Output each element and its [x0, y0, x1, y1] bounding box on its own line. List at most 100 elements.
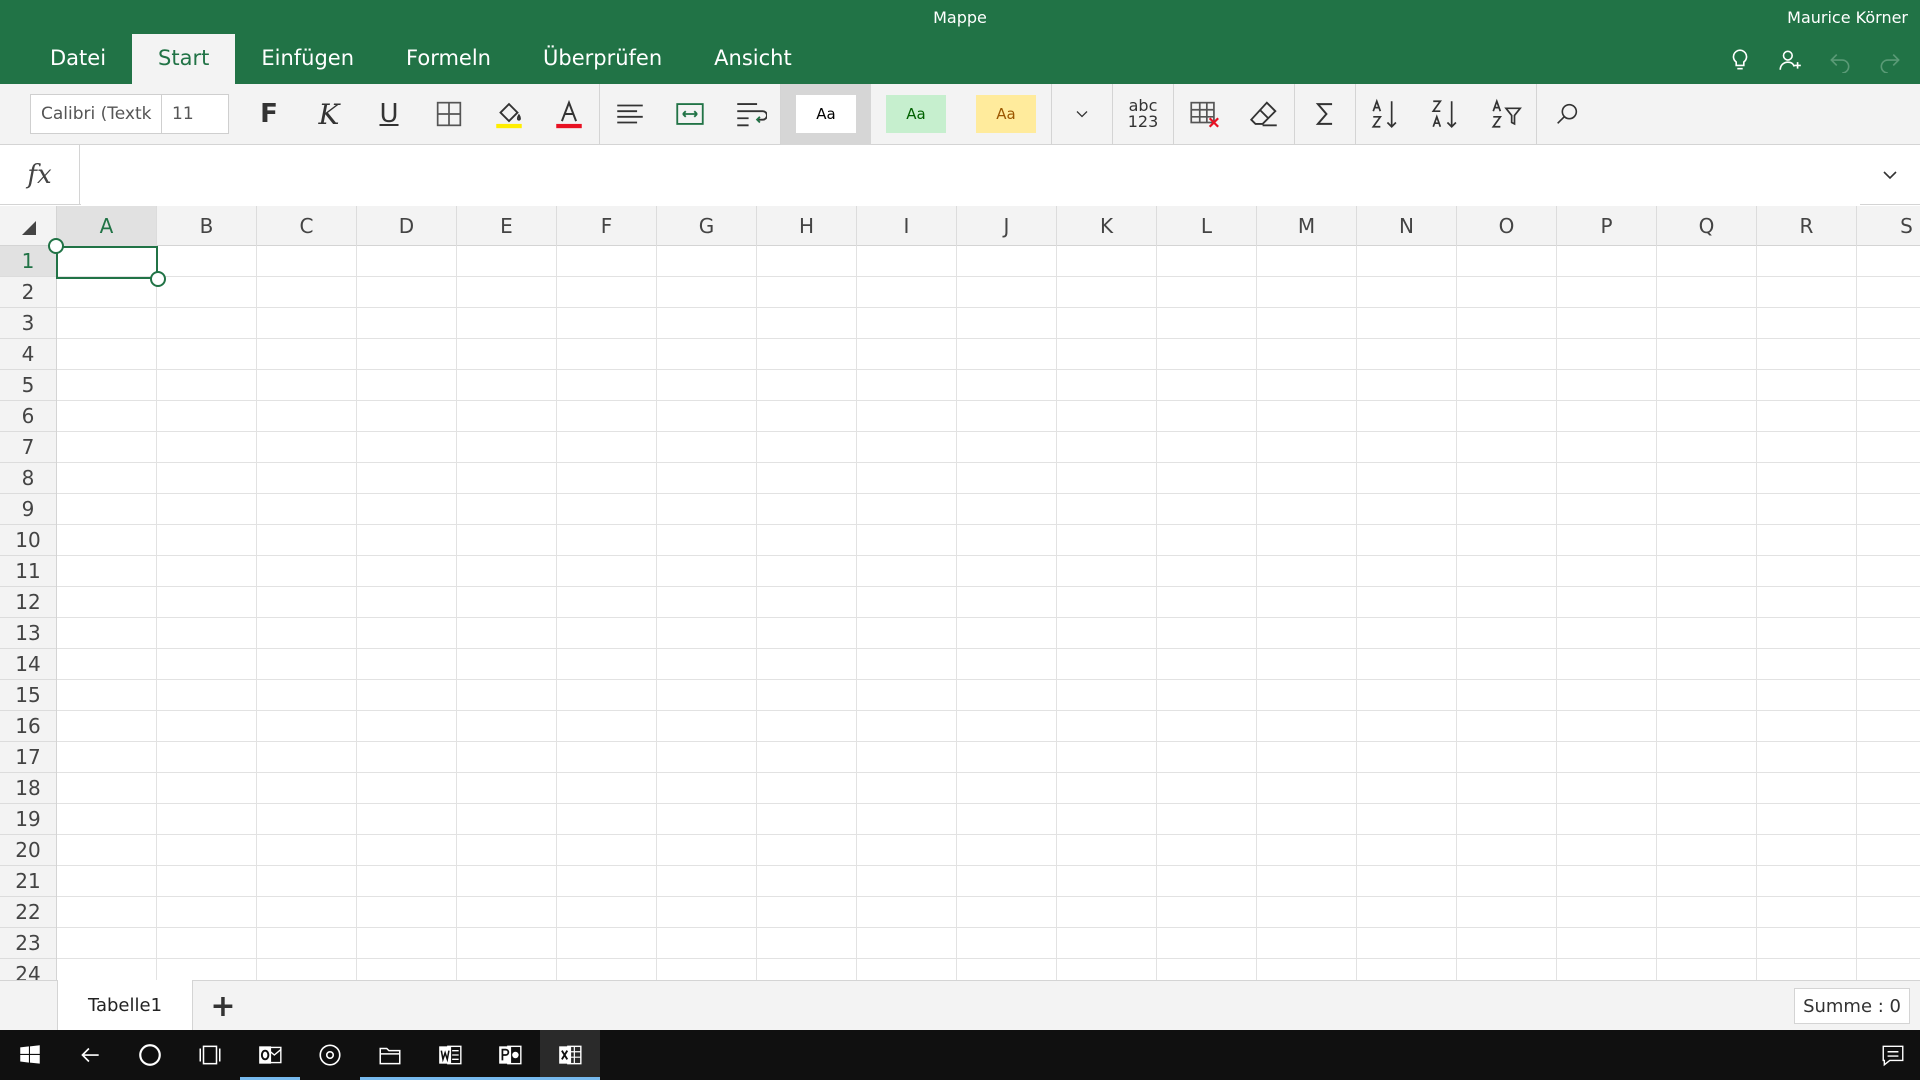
row-header[interactable]: 19: [0, 804, 56, 835]
row-header[interactable]: 9: [0, 494, 56, 525]
chevron-down-icon[interactable]: [1878, 163, 1902, 187]
column-header[interactable]: E: [457, 206, 557, 246]
column-header[interactable]: B: [157, 206, 257, 246]
column-header[interactable]: P: [1557, 206, 1657, 246]
column-header[interactable]: O: [1457, 206, 1557, 246]
sort-descending-button[interactable]: [1416, 84, 1476, 145]
column-header[interactable]: A: [57, 206, 157, 246]
column-header[interactable]: H: [757, 206, 857, 246]
start-button[interactable]: [0, 1030, 60, 1080]
cell-style-normal[interactable]: Aa: [781, 83, 871, 145]
user-name[interactable]: Maurice Körner: [1787, 8, 1908, 27]
column-header[interactable]: N: [1357, 206, 1457, 246]
merge-button[interactable]: [660, 84, 720, 145]
italic-button[interactable]: K: [299, 84, 359, 145]
taskbar-file-explorer[interactable]: [360, 1030, 420, 1080]
add-sheet-button[interactable]: +: [208, 989, 238, 1024]
cortana-button[interactable]: [120, 1030, 180, 1080]
clear-button[interactable]: [1234, 84, 1294, 145]
search-button[interactable]: [1537, 84, 1597, 145]
tab-ueberpruefen[interactable]: Überprüfen: [517, 34, 688, 84]
row-header[interactable]: 22: [0, 897, 56, 928]
row-header[interactable]: 2: [0, 277, 56, 308]
row-header[interactable]: 5: [0, 370, 56, 401]
tab-start[interactable]: Start: [132, 34, 236, 84]
tab-einfuegen[interactable]: Einfügen: [235, 34, 380, 84]
column-header[interactable]: R: [1757, 206, 1857, 246]
sort-filter-button[interactable]: [1476, 84, 1536, 145]
borders-button[interactable]: [419, 84, 479, 145]
sort-ascending-button[interactable]: [1356, 84, 1416, 145]
taskbar-outlook[interactable]: [240, 1030, 300, 1080]
column-header[interactable]: I: [857, 206, 957, 246]
row-header[interactable]: 21: [0, 866, 56, 897]
font-size-box[interactable]: 11: [161, 94, 229, 134]
formula-input[interactable]: [81, 145, 1860, 205]
row-header[interactable]: 20: [0, 835, 56, 866]
column-header[interactable]: J: [957, 206, 1057, 246]
taskbar-excel[interactable]: [540, 1030, 600, 1080]
row-header[interactable]: 3: [0, 308, 56, 339]
selection-handle-top-left[interactable]: [48, 238, 64, 254]
selection-handle-bottom-right[interactable]: [150, 271, 166, 287]
row-header[interactable]: 7: [0, 432, 56, 463]
row-header[interactable]: 13: [0, 618, 56, 649]
row-header[interactable]: 6: [0, 401, 56, 432]
column-header[interactable]: L: [1157, 206, 1257, 246]
column-header[interactable]: K: [1057, 206, 1157, 246]
row-header[interactable]: 16: [0, 711, 56, 742]
lightbulb-icon[interactable]: [1724, 44, 1756, 76]
taskbar-powerpoint[interactable]: [480, 1030, 540, 1080]
wrap-text-button[interactable]: [720, 84, 780, 145]
column-header[interactable]: G: [657, 206, 757, 246]
row-header[interactable]: 18: [0, 773, 56, 804]
cell-style-good[interactable]: Aa: [871, 84, 961, 145]
tab-formeln[interactable]: Formeln: [380, 34, 517, 84]
row-header[interactable]: 4: [0, 339, 56, 370]
underline-button[interactable]: U: [359, 84, 419, 145]
row-header[interactable]: 10: [0, 525, 56, 556]
styles-dropdown-button[interactable]: [1052, 84, 1112, 145]
undo-icon[interactable]: [1824, 44, 1856, 76]
row-header[interactable]: 24: [0, 959, 56, 980]
redo-icon[interactable]: [1874, 44, 1906, 76]
select-all-corner[interactable]: [0, 206, 57, 246]
font-name-box[interactable]: Calibri (Textk: [30, 94, 162, 134]
taskbar-word[interactable]: [420, 1030, 480, 1080]
number-format-button[interactable]: abc 123: [1113, 84, 1173, 145]
column-header[interactable]: M: [1257, 206, 1357, 246]
task-view-button[interactable]: [180, 1030, 240, 1080]
cell-style-neutral[interactable]: Aa: [961, 84, 1051, 145]
column-header[interactable]: Q: [1657, 206, 1757, 246]
row-header[interactable]: 14: [0, 649, 56, 680]
windows-logo-icon: [20, 1045, 40, 1064]
column-header[interactable]: D: [357, 206, 457, 246]
column-header[interactable]: S: [1857, 206, 1920, 246]
row-header[interactable]: 23: [0, 928, 56, 959]
row-header[interactable]: 8: [0, 463, 56, 494]
back-button[interactable]: [60, 1030, 120, 1080]
font-color-button[interactable]: [539, 84, 599, 145]
action-center-icon[interactable]: [1880, 1042, 1906, 1068]
sheet-tab-tabelle1[interactable]: Tabelle1: [57, 980, 193, 1031]
fill-color-button[interactable]: [479, 84, 539, 145]
share-user-icon[interactable]: [1774, 44, 1806, 76]
bold-button[interactable]: F: [239, 84, 299, 145]
tab-datei[interactable]: Datei: [24, 34, 132, 84]
column-header[interactable]: F: [557, 206, 657, 246]
column-header[interactable]: C: [257, 206, 357, 246]
cell-area[interactable]: [57, 246, 1920, 980]
autosum-button[interactable]: [1295, 84, 1355, 145]
status-sum[interactable]: Summe : 0: [1794, 988, 1910, 1024]
delete-cells-button[interactable]: [1174, 84, 1234, 145]
cell-selection[interactable]: [48, 238, 166, 287]
fx-label[interactable]: fx: [0, 145, 80, 205]
row-header[interactable]: 15: [0, 680, 56, 711]
row-header[interactable]: 12: [0, 587, 56, 618]
row-header[interactable]: 1: [0, 246, 56, 277]
tab-ansicht[interactable]: Ansicht: [688, 34, 818, 84]
align-button[interactable]: [600, 84, 660, 145]
row-header[interactable]: 17: [0, 742, 56, 773]
taskbar-groove[interactable]: [300, 1030, 360, 1080]
row-header[interactable]: 11: [0, 556, 56, 587]
